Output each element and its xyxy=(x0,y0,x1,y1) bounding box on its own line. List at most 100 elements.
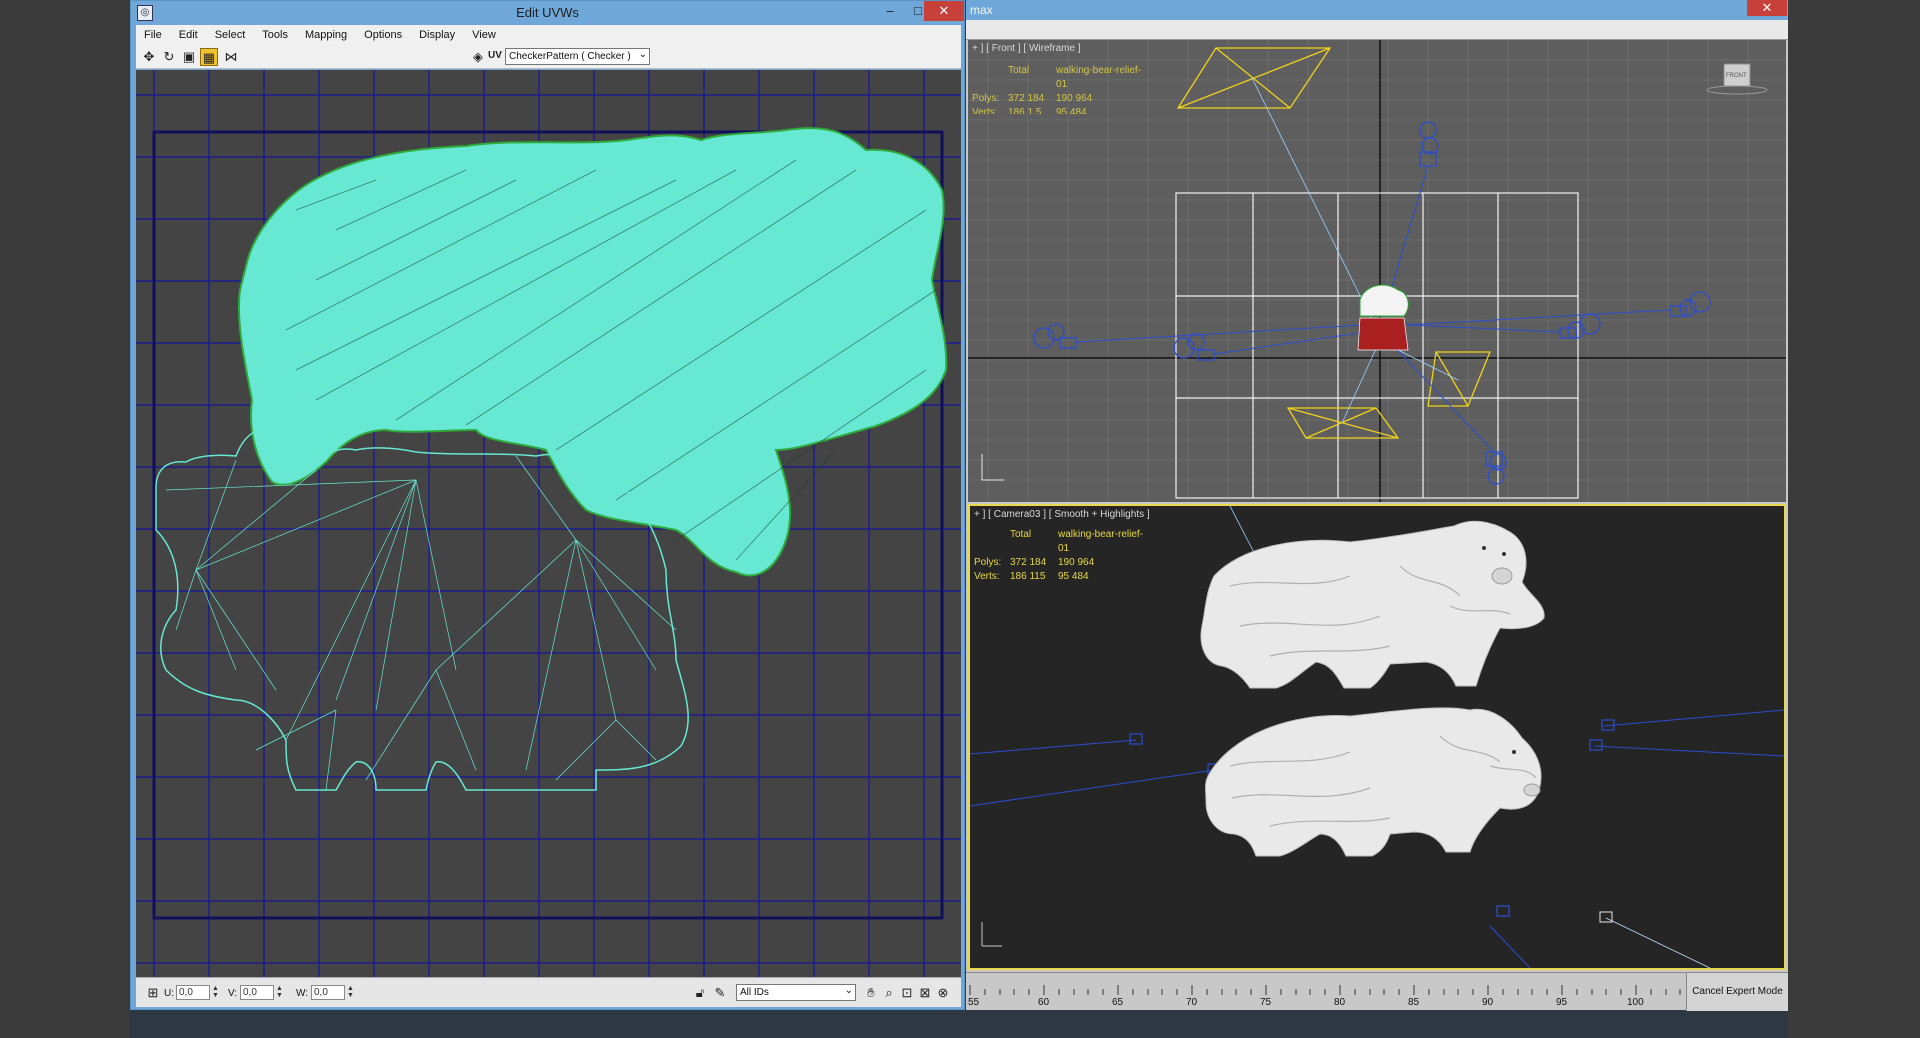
uvw-window-title: Edit UVWs xyxy=(516,5,579,20)
viewcube-label: FRONT xyxy=(1726,73,1747,79)
cam-stats-polys-label: Polys: xyxy=(974,557,1002,568)
stats-polys-label: Polys: xyxy=(972,93,1000,104)
stats-header-0 xyxy=(972,64,1008,92)
cam-stats-header-object: walking-bear-relief-01 xyxy=(1058,529,1144,554)
pan-icon[interactable]: ✋︎ xyxy=(862,984,880,1002)
ids-value: All IDs xyxy=(740,987,769,998)
stats-polys-total: 372 184 xyxy=(1008,93,1045,104)
grid-snap-icon[interactable]: ⊗ xyxy=(934,984,952,1002)
scale-icon[interactable]: ▣ xyxy=(180,48,198,66)
timeline-ruler[interactable]: 55 60 65 70 75 80 85 90 95 100 xyxy=(968,973,1686,1011)
front-viewport[interactable]: + ] [ Front ] [ Wireframe ] FRONT Total w… xyxy=(968,40,1786,502)
checker-map-icon[interactable]: ◈ xyxy=(469,48,487,66)
tick-label: 65 xyxy=(1112,997,1124,1008)
max-toolbar-strip xyxy=(966,20,1788,40)
bear-model-lower[interactable] xyxy=(1205,707,1542,857)
uvw-toolbar: ✥ ↻ ▣ ▦ ⋈ ◈ UV CheckerPattern ( Checker … xyxy=(136,45,961,69)
v-spinner[interactable]: ▲ ▼ xyxy=(276,985,284,1000)
light-target-lines xyxy=(1251,77,1459,424)
front-stats: Total walking-bear-relief-01 Polys: 372 18… xyxy=(972,64,1146,114)
front-axis-gizmo xyxy=(981,454,1004,481)
uv-editor-canvas[interactable] xyxy=(136,70,961,977)
uvw-menubar: File Edit Select Tools Mapping Options D… xyxy=(136,25,961,45)
u-field[interactable]: 0,0 xyxy=(176,985,210,1000)
cancel-expert-mode-button[interactable]: Cancel Expert Mode xyxy=(1686,973,1788,1011)
v-field[interactable]: 0,0 xyxy=(240,985,274,1000)
freeform-icon[interactable]: ▦ xyxy=(200,48,218,66)
close-button[interactable]: ✕ xyxy=(924,1,964,21)
bear-head-front xyxy=(1359,284,1409,317)
absolute-offset-icon[interactable]: ⊞ xyxy=(144,984,162,1002)
chevron-down-icon: ⌄ xyxy=(844,985,853,996)
tick-label: 70 xyxy=(1186,997,1198,1008)
menu-file[interactable]: File xyxy=(136,25,171,45)
tick-label: 95 xyxy=(1556,997,1568,1008)
zoom-extents-icon[interactable]: ⊠ xyxy=(916,984,934,1002)
camera-viewport[interactable]: + ] [ Camera03 ] [ Smooth + Highlights ]… xyxy=(968,504,1786,970)
menu-display[interactable]: Display xyxy=(411,25,464,45)
uv-layout-svg[interactable] xyxy=(136,70,961,977)
tick-label: 85 xyxy=(1408,997,1420,1008)
viewcube[interactable] xyxy=(1706,63,1768,95)
uvw-titlebar[interactable]: ◎ Edit UVWs – □ ✕ xyxy=(131,1,964,25)
max-close-button[interactable]: ✕ xyxy=(1747,0,1787,16)
cam-stats-polys-total: 372 184 xyxy=(1010,557,1047,568)
zoom-region-icon[interactable]: ⊡ xyxy=(898,984,916,1002)
zoom-icon[interactable]: ⌕ xyxy=(880,984,898,1002)
max-window: max ✕ +] [Front] [Wireframe] FRONT … xyxy=(966,0,1788,1011)
max-titlebar[interactable]: max ✕ xyxy=(966,0,1788,20)
menu-mapping[interactable]: Mapping xyxy=(297,25,356,45)
minimize-button[interactable]: – xyxy=(876,1,904,21)
max-window-title: max xyxy=(970,3,993,17)
tick-label: 55 xyxy=(968,997,980,1008)
cam-stats-verts-total: 186 115 xyxy=(1010,571,1046,582)
cam-stats-header-0 xyxy=(974,528,1010,556)
u-label: U: xyxy=(164,988,174,999)
light-gizmo[interactable] xyxy=(1599,911,1613,923)
ids-select[interactable]: All IDs ⌄ xyxy=(736,984,856,1001)
chevron-down-icon: ⌄ xyxy=(638,49,647,60)
v-label: V: xyxy=(228,988,238,999)
stats-header-total: Total xyxy=(1008,65,1030,76)
paint-select-icon[interactable]: ✎ xyxy=(711,984,729,1002)
lock-selection-icon[interactable]: 🔓︎ xyxy=(691,984,709,1002)
stats-header-object: walking-bear-relief-01 xyxy=(1056,65,1142,90)
light-target-line xyxy=(1605,917,1711,968)
stats-polys-object: 190 964 xyxy=(1056,93,1093,104)
menu-select[interactable]: Select xyxy=(207,25,255,45)
tick-label: 75 xyxy=(1260,997,1272,1008)
menu-tools[interactable]: Tools xyxy=(254,25,297,45)
menu-edit[interactable]: Edit xyxy=(171,25,207,45)
stats-verts-total: 186 1 5 xyxy=(1008,107,1042,114)
taskbar-strip xyxy=(130,1008,1788,1038)
menu-options[interactable]: Options xyxy=(356,25,411,45)
stats-verts-label: Verts: xyxy=(972,107,998,114)
bear-model-upper[interactable] xyxy=(1200,520,1545,689)
cam-stats-header-total: Total xyxy=(1010,529,1032,540)
bear-uv-shell-top[interactable] xyxy=(237,127,948,577)
tick-label: 80 xyxy=(1334,997,1346,1008)
edit-uvws-window: ◎ Edit UVWs – □ ✕ File Edit Select Tools… xyxy=(130,0,965,1010)
front-viewport-label[interactable]: + ] [ Front ] [ Wireframe ] xyxy=(972,43,1081,54)
w-label: W: xyxy=(296,988,309,999)
w-spinner[interactable]: ▲ ▼ xyxy=(347,985,355,1000)
tick-label: 90 xyxy=(1482,997,1494,1008)
menu-view[interactable]: View xyxy=(464,25,505,45)
uv-label: UV xyxy=(488,50,502,61)
cam-stats-polys-object: 190 964 xyxy=(1058,557,1095,568)
move-icon[interactable]: ✥ xyxy=(140,48,158,66)
checker-pattern-value: CheckerPattern ( Checker ) xyxy=(509,51,631,62)
ruler-ticks xyxy=(969,985,1681,995)
cam-stats-verts-label: Verts: xyxy=(974,571,1000,582)
bear-object-front[interactable] xyxy=(1357,317,1409,351)
uvw-statusbar: ⊞ U: 0,0 ▲ ▼ V: 0,0 ▲ ▼ W: 0,0 ▲ ▼ 🔓︎ ✎ All… xyxy=(136,977,961,1007)
timeline[interactable]: 55 60 65 70 75 80 85 90 95 100 Cancel Ex… xyxy=(966,972,1788,1011)
camera-viewport-label[interactable]: + ] [ Camera03 ] [ Smooth + Highlights ] xyxy=(974,509,1150,520)
mirror-icon[interactable]: ⋈ xyxy=(222,48,240,66)
tick-label: 100 xyxy=(1627,997,1644,1008)
w-field[interactable]: 0,0 xyxy=(311,985,345,1000)
rotate-icon[interactable]: ↻ xyxy=(160,48,178,66)
u-spinner[interactable]: ▲ ▼ xyxy=(212,985,220,1000)
camera-stats: Total walking-bear-relief-01 Polys: 372 18… xyxy=(974,528,1148,584)
checker-pattern-select[interactable]: CheckerPattern ( Checker ) ⌄ xyxy=(505,48,650,65)
